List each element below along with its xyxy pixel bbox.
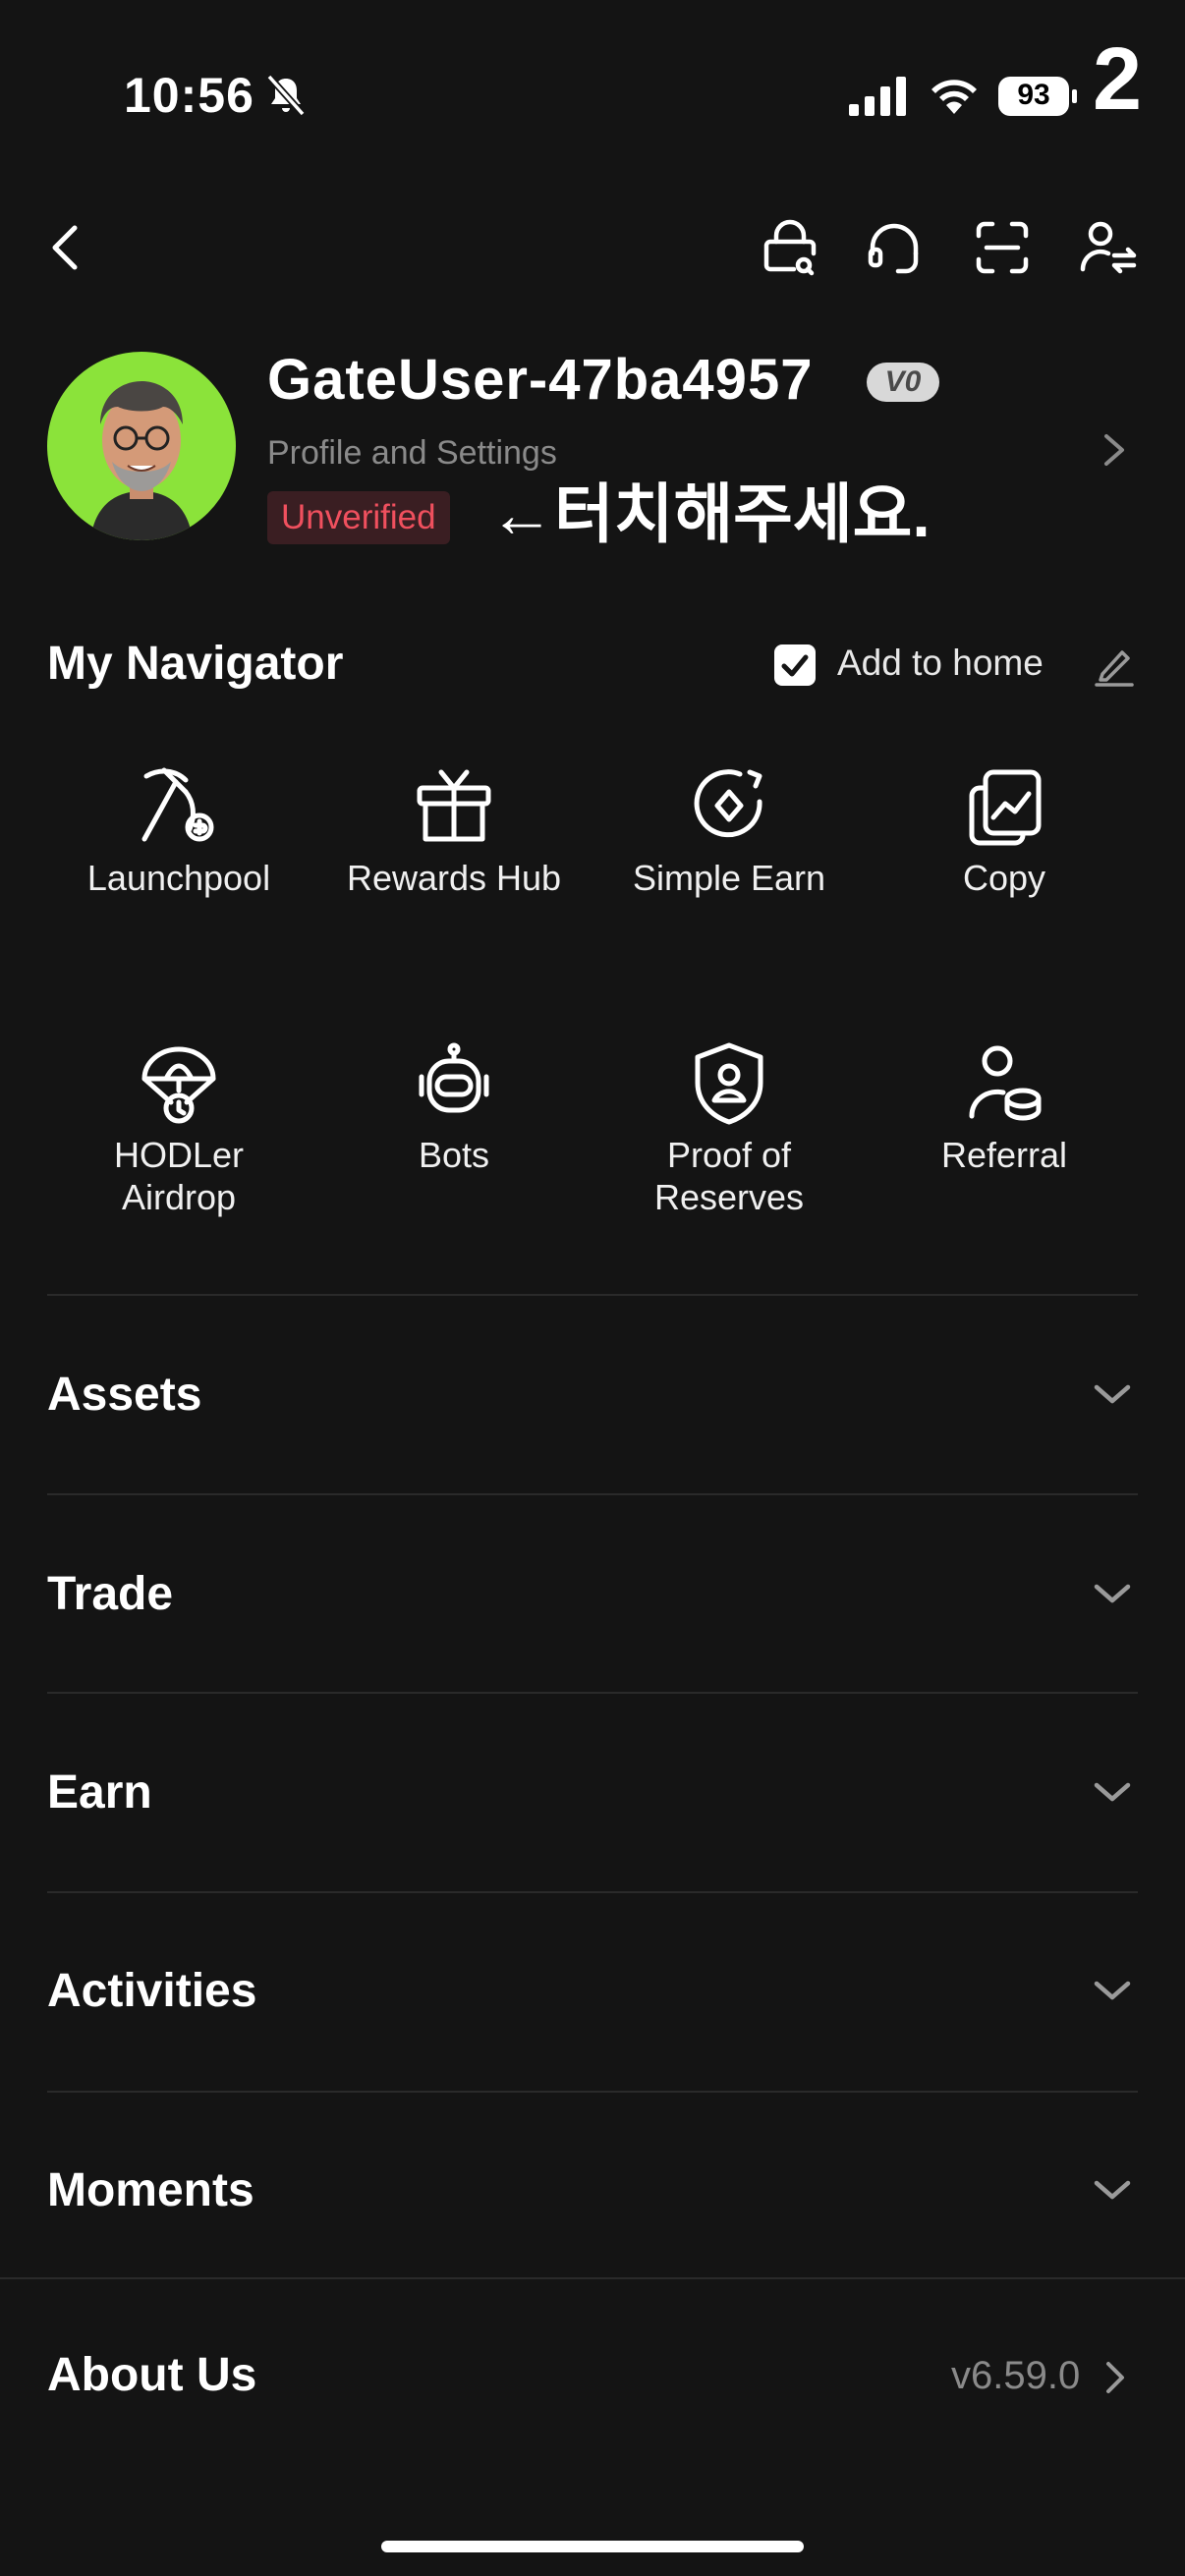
nav-item-launchpool[interactable]: Launchpool [41, 762, 316, 899]
nav-item-referral[interactable]: Referral [867, 1039, 1142, 1176]
chevron-down-icon [1094, 1981, 1131, 2000]
chevron-down-icon [1094, 2180, 1131, 2200]
vip-level-badge: V0 [867, 363, 939, 402]
avatar-portrait-image [47, 352, 236, 540]
verification-badge[interactable]: Unverified [267, 491, 450, 544]
section-activities[interactable]: Activities [0, 1891, 1185, 2090]
nav-item-hodler-airdrop[interactable]: HODLer Airdrop [41, 1039, 316, 1218]
section-moments[interactable]: Moments [0, 2091, 1185, 2289]
chevron-down-icon [1094, 1782, 1131, 1802]
status-time: 10:56 [124, 68, 254, 123]
headset-icon[interactable] [863, 216, 926, 279]
wifi-icon [931, 80, 977, 114]
section-label: Moments [47, 2164, 254, 2216]
nav-item-label: Bots [418, 1135, 490, 1175]
nav-item-copy[interactable]: Copy [867, 762, 1142, 899]
nav-item-label-line1: HODLer [113, 1135, 245, 1175]
lock-gift-icon[interactable] [759, 216, 821, 279]
home-indicator [381, 2541, 804, 2552]
edit-icon[interactable] [1093, 643, 1136, 688]
bell-muted-icon [266, 74, 306, 117]
switch-account-icon[interactable] [1077, 216, 1140, 279]
section-assets[interactable]: Assets [0, 1295, 1185, 1493]
nav-item-rewards-hub[interactable]: Rewards Hub [316, 762, 592, 899]
section-label: Assets [47, 1369, 202, 1421]
nav-item-bots[interactable]: Bots [316, 1039, 592, 1176]
annotation-text: ←터치해주세요. [489, 477, 931, 550]
avatar[interactable] [47, 352, 236, 540]
chevron-down-icon [1094, 1584, 1131, 1603]
section-label: Earn [47, 1766, 152, 1819]
parachute-icon [141, 1046, 216, 1124]
cellular-signal-icon [849, 77, 906, 116]
nav-item-label-line1: Proof of [666, 1135, 792, 1175]
checkmark-icon [781, 654, 809, 677]
add-to-home-checkbox[interactable] [774, 644, 816, 686]
nav-item-label-line2: Airdrop [121, 1177, 237, 1217]
coin-earn-icon [694, 769, 762, 838]
nav-item-proof-of-reserves[interactable]: Proof of Reserves [592, 1039, 867, 1218]
battery-level: 93 [1017, 79, 1050, 111]
chevron-down-icon [1094, 1384, 1131, 1404]
nav-item-label: Launchpool [86, 858, 271, 898]
copy-trade-icon [969, 769, 1042, 846]
nav-item-label: Referral [940, 1135, 1068, 1175]
scan-icon[interactable] [971, 216, 1034, 279]
shield-user-icon [695, 1042, 763, 1125]
section-trade[interactable]: Trade [0, 1494, 1185, 1693]
back-icon[interactable] [45, 220, 85, 275]
robot-icon [419, 1042, 489, 1113]
divider [0, 2277, 1185, 2279]
nav-item-label-line2: Reserves [653, 1177, 805, 1217]
section-label: Activities [47, 1965, 257, 2017]
navigator-title: My Navigator [47, 638, 344, 690]
gift-icon [417, 769, 491, 842]
pickaxe-icon [141, 767, 214, 842]
corner-label: 2 [1093, 30, 1143, 129]
chevron-right-icon[interactable] [1099, 428, 1130, 472]
nav-item-label: Simple Earn [632, 858, 826, 898]
app-version: v6.59.0 [951, 2354, 1081, 2397]
chevron-right-icon[interactable] [1104, 2360, 1126, 2395]
username[interactable]: GateUser-47ba4957 [267, 347, 813, 413]
section-label: Trade [47, 1568, 174, 1620]
section-earn[interactable]: Earn [0, 1693, 1185, 1891]
nav-item-simple-earn[interactable]: Simple Earn [592, 762, 867, 899]
referral-icon [969, 1045, 1042, 1121]
about-us-label[interactable]: About Us [47, 2348, 256, 2402]
nav-item-label: Rewards Hub [346, 858, 562, 898]
nav-item-label: Copy [962, 858, 1046, 898]
add-to-home-label[interactable]: Add to home [837, 643, 1044, 684]
